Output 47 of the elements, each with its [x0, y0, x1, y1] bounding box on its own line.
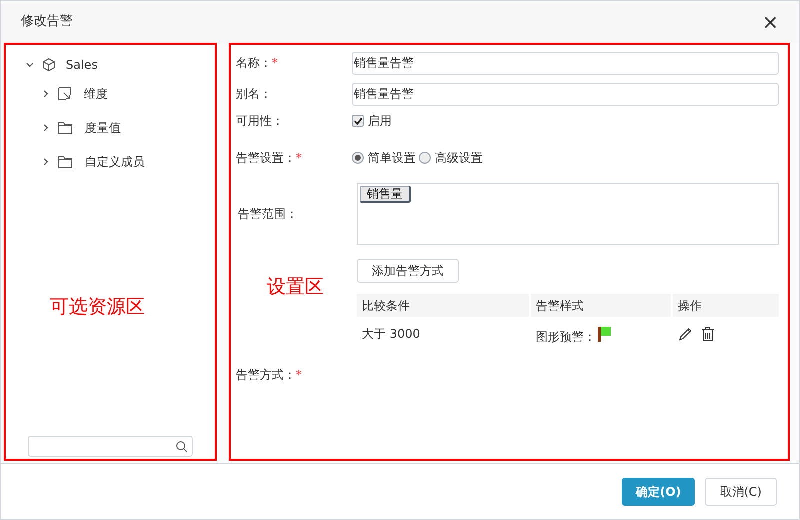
- folder-icon: [58, 122, 73, 134]
- field-label: 告警方式：: [236, 367, 296, 384]
- chevron-right-icon[interactable]: [42, 90, 50, 98]
- radio-label: 简单设置: [368, 150, 416, 167]
- edit-icon[interactable]: [678, 326, 693, 342]
- radio-button[interactable]: [352, 152, 364, 164]
- tree-item[interactable]: 自定义成员: [26, 145, 215, 179]
- area-annotation: 设置区: [266, 275, 325, 300]
- area-annotation: 可选资源区: [50, 295, 145, 320]
- field-label: 告警设置：: [236, 150, 296, 167]
- add-alert-method-button[interactable]: 添加告警方式: [357, 259, 459, 283]
- required-mark: *: [272, 55, 278, 72]
- tree-item[interactable]: 度量值: [26, 111, 215, 145]
- range-tag[interactable]: 销售量: [360, 186, 411, 203]
- dialog-title: 修改告警: [21, 13, 73, 32]
- chevron-right-icon[interactable]: [42, 124, 50, 132]
- close-button[interactable]: ×: [762, 12, 779, 32]
- folder-icon: [58, 156, 73, 168]
- dimension-icon: [58, 87, 72, 101]
- search-icon: [176, 440, 188, 452]
- column-header: 操作: [673, 294, 779, 317]
- search-field[interactable]: [28, 436, 193, 457]
- column-header: 比较条件: [357, 294, 529, 317]
- delete-icon[interactable]: [701, 326, 715, 342]
- radio-button[interactable]: [419, 152, 431, 164]
- field-label: 别名：: [236, 86, 272, 103]
- table-cell-text: 图形预警：: [536, 329, 596, 346]
- required-mark: *: [296, 150, 302, 167]
- cube-icon: [42, 58, 56, 72]
- field-label: 名称：: [236, 55, 272, 72]
- chevron-down-icon[interactable]: [26, 61, 34, 69]
- radio-label: 高级设置: [435, 150, 483, 167]
- field-label: 告警范围：: [237, 206, 299, 223]
- tree-item[interactable]: Sales: [26, 53, 215, 77]
- checkbox-label: 启用: [368, 113, 392, 130]
- checkbox[interactable]: [352, 115, 364, 127]
- field-label: 可用性：: [236, 113, 285, 130]
- name-field[interactable]: 销售量告警: [352, 52, 779, 74]
- range-box[interactable]: 销售量: [357, 183, 779, 245]
- required-mark: *: [296, 367, 302, 384]
- column-header: 告警样式: [531, 294, 671, 317]
- tree-item[interactable]: 维度: [26, 77, 215, 111]
- flag-icon: [598, 326, 611, 342]
- table-cell-text: 大于 3000: [361, 326, 422, 343]
- chevron-right-icon[interactable]: [42, 158, 50, 166]
- cancel-button[interactable]: 取消(C): [705, 478, 777, 506]
- alias-field[interactable]: 销售量告警: [352, 82, 779, 106]
